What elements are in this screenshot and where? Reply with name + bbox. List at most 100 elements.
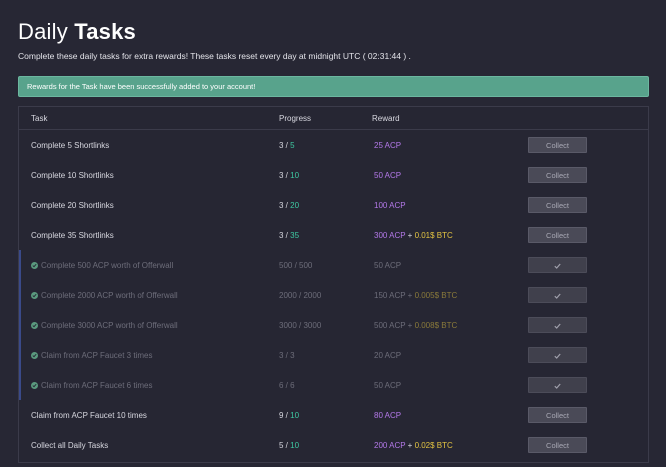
reward-cell: 50 ACP xyxy=(374,171,528,180)
collect-button[interactable]: Collect xyxy=(528,437,587,453)
progress-current: 3000 xyxy=(279,320,297,330)
daily-tasks-page: Daily Tasks Complete these daily tasks f… xyxy=(0,0,666,467)
check-circle-icon xyxy=(31,261,38,269)
table-row: Complete 10 Shortlinks 3 / 10 50 ACP Collec… xyxy=(19,160,648,190)
table-row: Complete 2000 ACP worth of Offerwall 2000… xyxy=(19,280,648,310)
action-cell xyxy=(528,347,648,363)
progress-cell: 3 / 10 xyxy=(277,171,374,180)
page-title: Daily Tasks xyxy=(18,18,649,46)
task-name: Complete 500 ACP worth of Offerwall xyxy=(41,260,174,270)
task-name: Complete 10 Shortlinks xyxy=(31,170,114,180)
collect-button[interactable]: Collect xyxy=(528,227,587,243)
reward-cell: 25 ACP xyxy=(374,141,528,150)
progress-total: 5 xyxy=(290,140,295,150)
reward-cell: 100 ACP xyxy=(374,201,528,210)
reward-cell: 150 ACP + 0.005$ BTC xyxy=(374,291,528,300)
table-row: Complete 5 Shortlinks 3 / 5 25 ACP Collect xyxy=(19,130,648,160)
progress-total: 20 xyxy=(290,200,300,210)
task-cell: Complete 10 Shortlinks xyxy=(21,171,277,180)
task-cell: Complete 500 ACP worth of Offerwall xyxy=(21,261,277,270)
progress-total: 10 xyxy=(290,440,300,450)
table-row: Claim from ACP Faucet 6 times 6 / 6 50 ACP xyxy=(19,370,648,400)
progress-cell: 3 / 3 xyxy=(277,351,374,360)
progress-total: 3 xyxy=(290,350,295,360)
task-cell: Complete 2000 ACP worth of Offerwall xyxy=(21,291,277,300)
progress-cell: 3000 / 3000 xyxy=(277,321,374,330)
completed-button[interactable] xyxy=(528,377,587,393)
task-cell: Claim from ACP Faucet 3 times xyxy=(21,351,277,360)
action-cell: Collect xyxy=(528,137,648,153)
progress-cell: 3 / 20 xyxy=(277,201,374,210)
progress-total: 500 xyxy=(299,260,313,270)
task-name: Complete 35 Shortlinks xyxy=(31,230,114,240)
action-cell xyxy=(528,317,648,333)
task-name: Complete 2000 ACP worth of Offerwall xyxy=(41,290,178,300)
page-title-part2: Tasks xyxy=(74,19,136,44)
reward-plus: + xyxy=(405,290,415,300)
table-row: Claim from ACP Faucet 3 times 3 / 3 20 ACP xyxy=(19,340,648,370)
reward-cell: 500 ACP + 0.008$ BTC xyxy=(374,321,528,330)
task-name: Claim from ACP Faucet 6 times xyxy=(41,380,153,390)
check-circle-icon xyxy=(31,381,38,389)
task-cell: Claim from ACP Faucet 10 times xyxy=(21,411,277,420)
collect-button[interactable]: Collect xyxy=(528,167,587,183)
reward-plus: + xyxy=(405,440,415,450)
action-cell xyxy=(528,257,648,273)
task-cell: Complete 5 Shortlinks xyxy=(21,141,277,150)
tasks-table: Task Progress Reward Complete 5 Shortlin… xyxy=(18,106,649,463)
check-icon xyxy=(554,263,561,269)
action-cell: Collect xyxy=(528,197,648,213)
progress-total: 6 xyxy=(290,380,295,390)
header-task: Task xyxy=(31,113,48,123)
task-cell: Claim from ACP Faucet 6 times xyxy=(21,381,277,390)
completed-button[interactable] xyxy=(528,287,587,303)
table-row: Complete 20 Shortlinks 3 / 20 100 ACP Colle… xyxy=(19,190,648,220)
reward-acp: 100 ACP xyxy=(374,200,406,210)
progress-total: 10 xyxy=(290,410,300,420)
reward-plus: + xyxy=(405,230,415,240)
check-circle-icon xyxy=(31,291,38,299)
header-progress: Progress xyxy=(279,113,312,123)
completed-button[interactable] xyxy=(528,317,587,333)
reward-btc: 0.01$ BTC xyxy=(414,230,453,240)
task-cell: Complete 3000 ACP worth of Offerwall xyxy=(21,321,277,330)
reward-acp: 50 ACP xyxy=(374,380,402,390)
reward-cell: 200 ACP + 0.02$ BTC xyxy=(374,441,528,450)
page-subtitle: Complete these daily tasks for extra rew… xyxy=(18,51,411,61)
check-icon xyxy=(554,293,561,299)
progress-cell: 500 / 500 xyxy=(277,261,374,270)
reward-cell: 300 ACP + 0.01$ BTC xyxy=(374,231,528,240)
task-name: Claim from ACP Faucet 3 times xyxy=(41,350,153,360)
progress-cell: 3 / 35 xyxy=(277,231,374,240)
table-body: Complete 5 Shortlinks 3 / 5 25 ACP Collect C… xyxy=(19,130,648,460)
task-cell: Complete 35 Shortlinks xyxy=(21,231,277,240)
task-name: Complete 5 Shortlinks xyxy=(31,140,110,150)
completed-button[interactable] xyxy=(528,347,587,363)
completed-button[interactable] xyxy=(528,257,587,273)
reward-acp: 50 ACP xyxy=(374,170,402,180)
task-cell: Collect all Daily Tasks xyxy=(21,441,277,450)
reward-btc: 0.008$ BTC xyxy=(414,320,458,330)
collect-button[interactable]: Collect xyxy=(528,137,587,153)
check-icon xyxy=(554,323,561,329)
table-row: Complete 3000 ACP worth of Offerwall 3000… xyxy=(19,310,648,340)
collect-button[interactable]: Collect xyxy=(528,407,587,423)
action-cell: Collect xyxy=(528,227,648,243)
progress-total: 35 xyxy=(290,230,300,240)
progress-cell: 9 / 10 xyxy=(277,411,374,420)
page-title-part1: Daily xyxy=(18,19,68,44)
reward-plus: + xyxy=(405,320,415,330)
reward-cell: 50 ACP xyxy=(374,381,528,390)
progress-current: 500 xyxy=(279,260,293,270)
success-alert: Rewards for the Task have been successfu… xyxy=(18,76,649,97)
reward-cell: 20 ACP xyxy=(374,351,528,360)
collect-button[interactable]: Collect xyxy=(528,197,587,213)
task-cell: Complete 20 Shortlinks xyxy=(21,201,277,210)
check-icon xyxy=(554,383,561,389)
table-row: Complete 500 ACP worth of Offerwall 500 /… xyxy=(19,250,648,280)
action-cell: Collect xyxy=(528,437,648,453)
reward-cell: 50 ACP xyxy=(374,261,528,270)
progress-cell: 5 / 10 xyxy=(277,441,374,450)
check-circle-icon xyxy=(31,351,38,359)
task-name: Complete 20 Shortlinks xyxy=(31,200,114,210)
